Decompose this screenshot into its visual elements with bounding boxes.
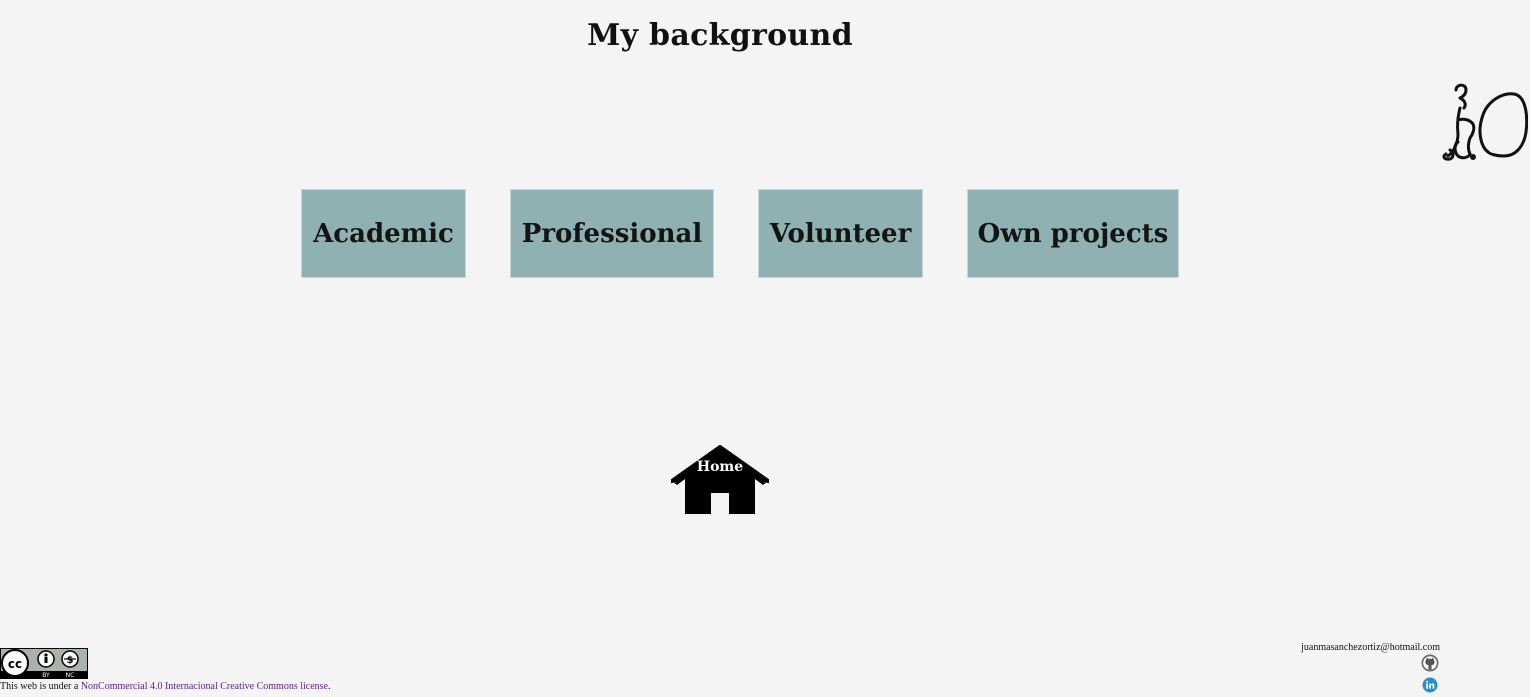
signature-logo (1442, 83, 1528, 161)
cc-by-label: BY (42, 672, 50, 679)
svg-text:cc: cc (8, 657, 22, 671)
nav-academic-label: Academic (313, 218, 454, 249)
svg-text:$: $ (67, 655, 74, 666)
nav-academic-button[interactable]: Academic (301, 189, 466, 278)
page-title: My background (587, 18, 853, 53)
license-prefix: This web is under a (0, 681, 81, 692)
cc-nc-label: NC (66, 672, 75, 679)
nav-volunteer-button[interactable]: Volunteer (758, 189, 923, 278)
nav-own-projects-button[interactable]: Own projects (967, 189, 1179, 278)
page: My background Academic Professional Volu… (0, 0, 1530, 697)
home-icon (671, 445, 769, 514)
contact-email[interactable]: juanmasanchezortiz@hotmail.com (1301, 642, 1440, 653)
license-text: This web is under a NonCommercial 4.0 In… (0, 681, 330, 692)
license-link[interactable]: NonCommercial 4.0 Internacional Creative… (81, 681, 328, 692)
github-icon[interactable] (1421, 654, 1439, 672)
home-button[interactable]: Home (671, 445, 769, 515)
nav-professional-button[interactable]: Professional (510, 189, 714, 278)
nav-volunteer-label: Volunteer (769, 218, 912, 249)
linkedin-icon[interactable] (1422, 677, 1438, 693)
home-label: Home (696, 459, 744, 475)
section-nav: Academic Professional Volunteer Own proj… (0, 189, 1480, 278)
license-suffix: . (327, 681, 331, 692)
nav-professional-label: Professional (521, 218, 703, 249)
cc-license-badge[interactable]: cc $ BY NC (0, 648, 88, 679)
nav-own-projects-label: Own projects (977, 218, 1169, 249)
